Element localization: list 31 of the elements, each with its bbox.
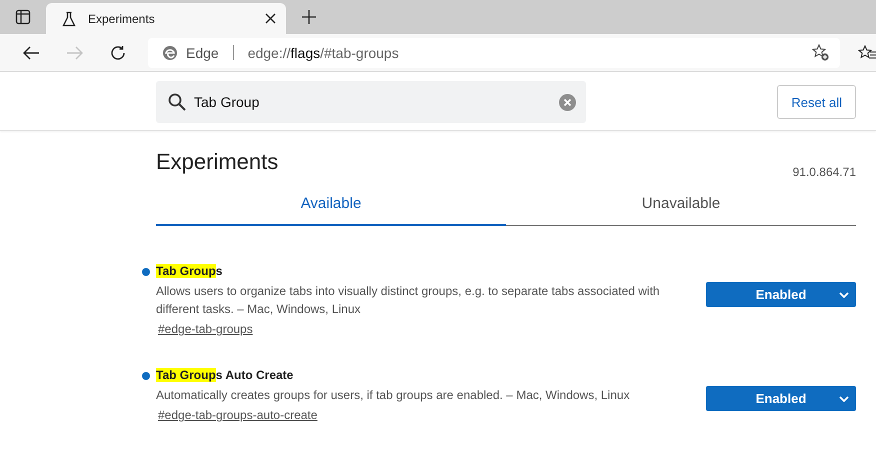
flask-icon [62,10,76,26]
tab[interactable]: Unavailable [506,195,856,226]
flag-description: Allows users to organize tabs into visually distinct groups, e.g. to separate tabs associated with different tasks. – Mac, Windows, Linux [156,283,661,318]
flag-select[interactable]: Enabled [706,386,856,411]
chevron-icon [839,396,849,402]
chevron-icon [839,292,849,298]
add-favorite-icon[interactable] [812,44,830,62]
flag-select[interactable]: Enabled [706,282,856,307]
edge-logo-icon [162,44,178,60]
flag-title: Tab Groups [156,264,686,278]
browser-tab[interactable]: Experiments [46,3,286,34]
clear-icon[interactable] [559,94,576,110]
site-label: Edge [186,44,219,60]
flag-title: Tab Groups Auto Create [156,368,686,382]
forward-icon [66,46,84,60]
new-tab-icon[interactable] [302,10,316,24]
back-icon[interactable] [22,46,40,60]
tab[interactable]: Available [156,195,506,226]
address-bar[interactable]: Edge edge://flags/#tab-groups [148,38,840,68]
flag-link[interactable]: #edge-tab-groups-auto-create [158,408,318,422]
url-text: edge://flags/#tab-groups [248,44,400,60]
close-icon[interactable] [265,13,276,24]
flag-description: Automatically creates groups for users, if tab groups are enabled. – Mac, Windows, Linux [156,387,631,404]
search-icon [168,93,186,111]
version-label: 91.0.864.71 [792,165,856,179]
favorites-icon[interactable] [858,44,876,60]
flag-link[interactable]: #edge-tab-groups [158,322,253,336]
search-field[interactable]: Tab Group [156,81,586,123]
refresh-icon[interactable] [110,44,126,60]
page-title: Experiments [156,149,278,175]
reset-all-button[interactable]: Reset all [777,85,856,119]
